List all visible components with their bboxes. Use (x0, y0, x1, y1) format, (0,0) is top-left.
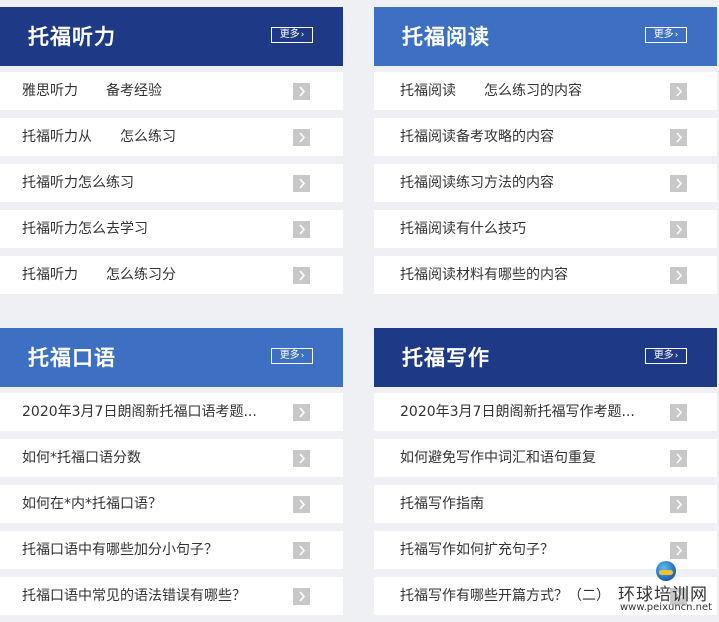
chevron-right-icon (293, 175, 310, 192)
panel-header: 托福听力 更多› (0, 7, 343, 66)
list-item[interactable]: 如何在*内*托福口语？ (0, 485, 343, 523)
panel-speaking: 托福口语 更多› 2020年3月7日朗阁新托福口语考题... 如何*托福口语分数… (0, 328, 343, 615)
chevron-right-icon: › (300, 351, 305, 361)
chevron-right-icon (293, 450, 310, 467)
list-item[interactable]: 托福听力从 怎么练习 (0, 118, 343, 156)
list-item[interactable]: 托福阅读有什么技巧 (374, 210, 717, 248)
chevron-right-icon (670, 221, 687, 238)
more-button[interactable]: 更多› (271, 348, 313, 364)
panel-listening: 托福听力 更多› 雅思听力 备考经验 托福听力从 怎么练习 托福听力怎么练习 托… (0, 7, 343, 294)
chevron-right-icon (293, 267, 310, 284)
chevron-right-icon (670, 496, 687, 513)
chevron-right-icon (293, 83, 310, 100)
list-item[interactable]: 雅思听力 备考经验 (0, 72, 343, 110)
list-item[interactable]: 托福听力怎么去学习 (0, 210, 343, 248)
panel-reading: 托福阅读 更多› 托福阅读 怎么练习的内容 托福阅读备考攻略的内容 托福阅读练习… (374, 7, 717, 294)
globe-icon (656, 561, 676, 581)
list-item[interactable]: 2020年3月7日朗阁新托福口语考题... (0, 393, 343, 431)
list-item[interactable]: 2020年3月7日朗阁新托福写作考题... (374, 393, 717, 431)
more-button[interactable]: 更多› (271, 27, 313, 43)
panel-title: 托福阅读 (402, 25, 490, 49)
panel-header: 托福写作 更多› (374, 328, 717, 387)
chevron-right-icon (293, 588, 310, 605)
more-button[interactable]: 更多› (645, 27, 687, 43)
chevron-right-icon (670, 404, 687, 421)
list-item[interactable]: 托福阅读备考攻略的内容 (374, 118, 717, 156)
chevron-right-icon (293, 404, 310, 421)
chevron-right-icon: › (300, 30, 305, 40)
list-item[interactable]: 托福阅读练习方法的内容 (374, 164, 717, 202)
chevron-right-icon (670, 83, 687, 100)
list-item[interactable]: 托福阅读材料有哪些的内容 (374, 256, 717, 294)
list-item[interactable]: 托福听力 怎么练习分 (0, 256, 343, 294)
chevron-right-icon (293, 129, 310, 146)
chevron-right-icon (293, 542, 310, 559)
panel-header: 托福阅读 更多› (374, 7, 717, 66)
chevron-right-icon (293, 496, 310, 513)
chevron-right-icon (670, 542, 687, 559)
chevron-right-icon (670, 450, 687, 467)
panel-title: 托福听力 (28, 25, 116, 49)
panel-title: 托福口语 (28, 346, 116, 370)
chevron-right-icon (670, 175, 687, 192)
chevron-right-icon (293, 221, 310, 238)
chevron-right-icon (670, 129, 687, 146)
list-item[interactable]: 如何*托福口语分数 (0, 439, 343, 477)
list-item[interactable]: 托福听力怎么练习 (0, 164, 343, 202)
chevron-right-icon (670, 267, 687, 284)
list-item[interactable]: 托福阅读 怎么练习的内容 (374, 72, 717, 110)
list-item[interactable]: 托福口语中有哪些加分小句子？ (0, 531, 343, 569)
panel-header: 托福口语 更多› (0, 328, 343, 387)
logo-url: www.peixuncn.net (620, 602, 713, 613)
site-logo: 环球培训网 www.peixuncn.net (612, 561, 718, 619)
panel-title: 托福写作 (402, 346, 490, 370)
chevron-right-icon: › (674, 351, 679, 361)
more-button[interactable]: 更多› (645, 348, 687, 364)
list-item[interactable]: 托福口语中常见的语法错误有哪些？ (0, 577, 343, 615)
list-item[interactable]: 托福写作指南 (374, 485, 717, 523)
list-item[interactable]: 如何避免写作中词汇和语句重复 (374, 439, 717, 477)
chevron-right-icon: › (674, 30, 679, 40)
